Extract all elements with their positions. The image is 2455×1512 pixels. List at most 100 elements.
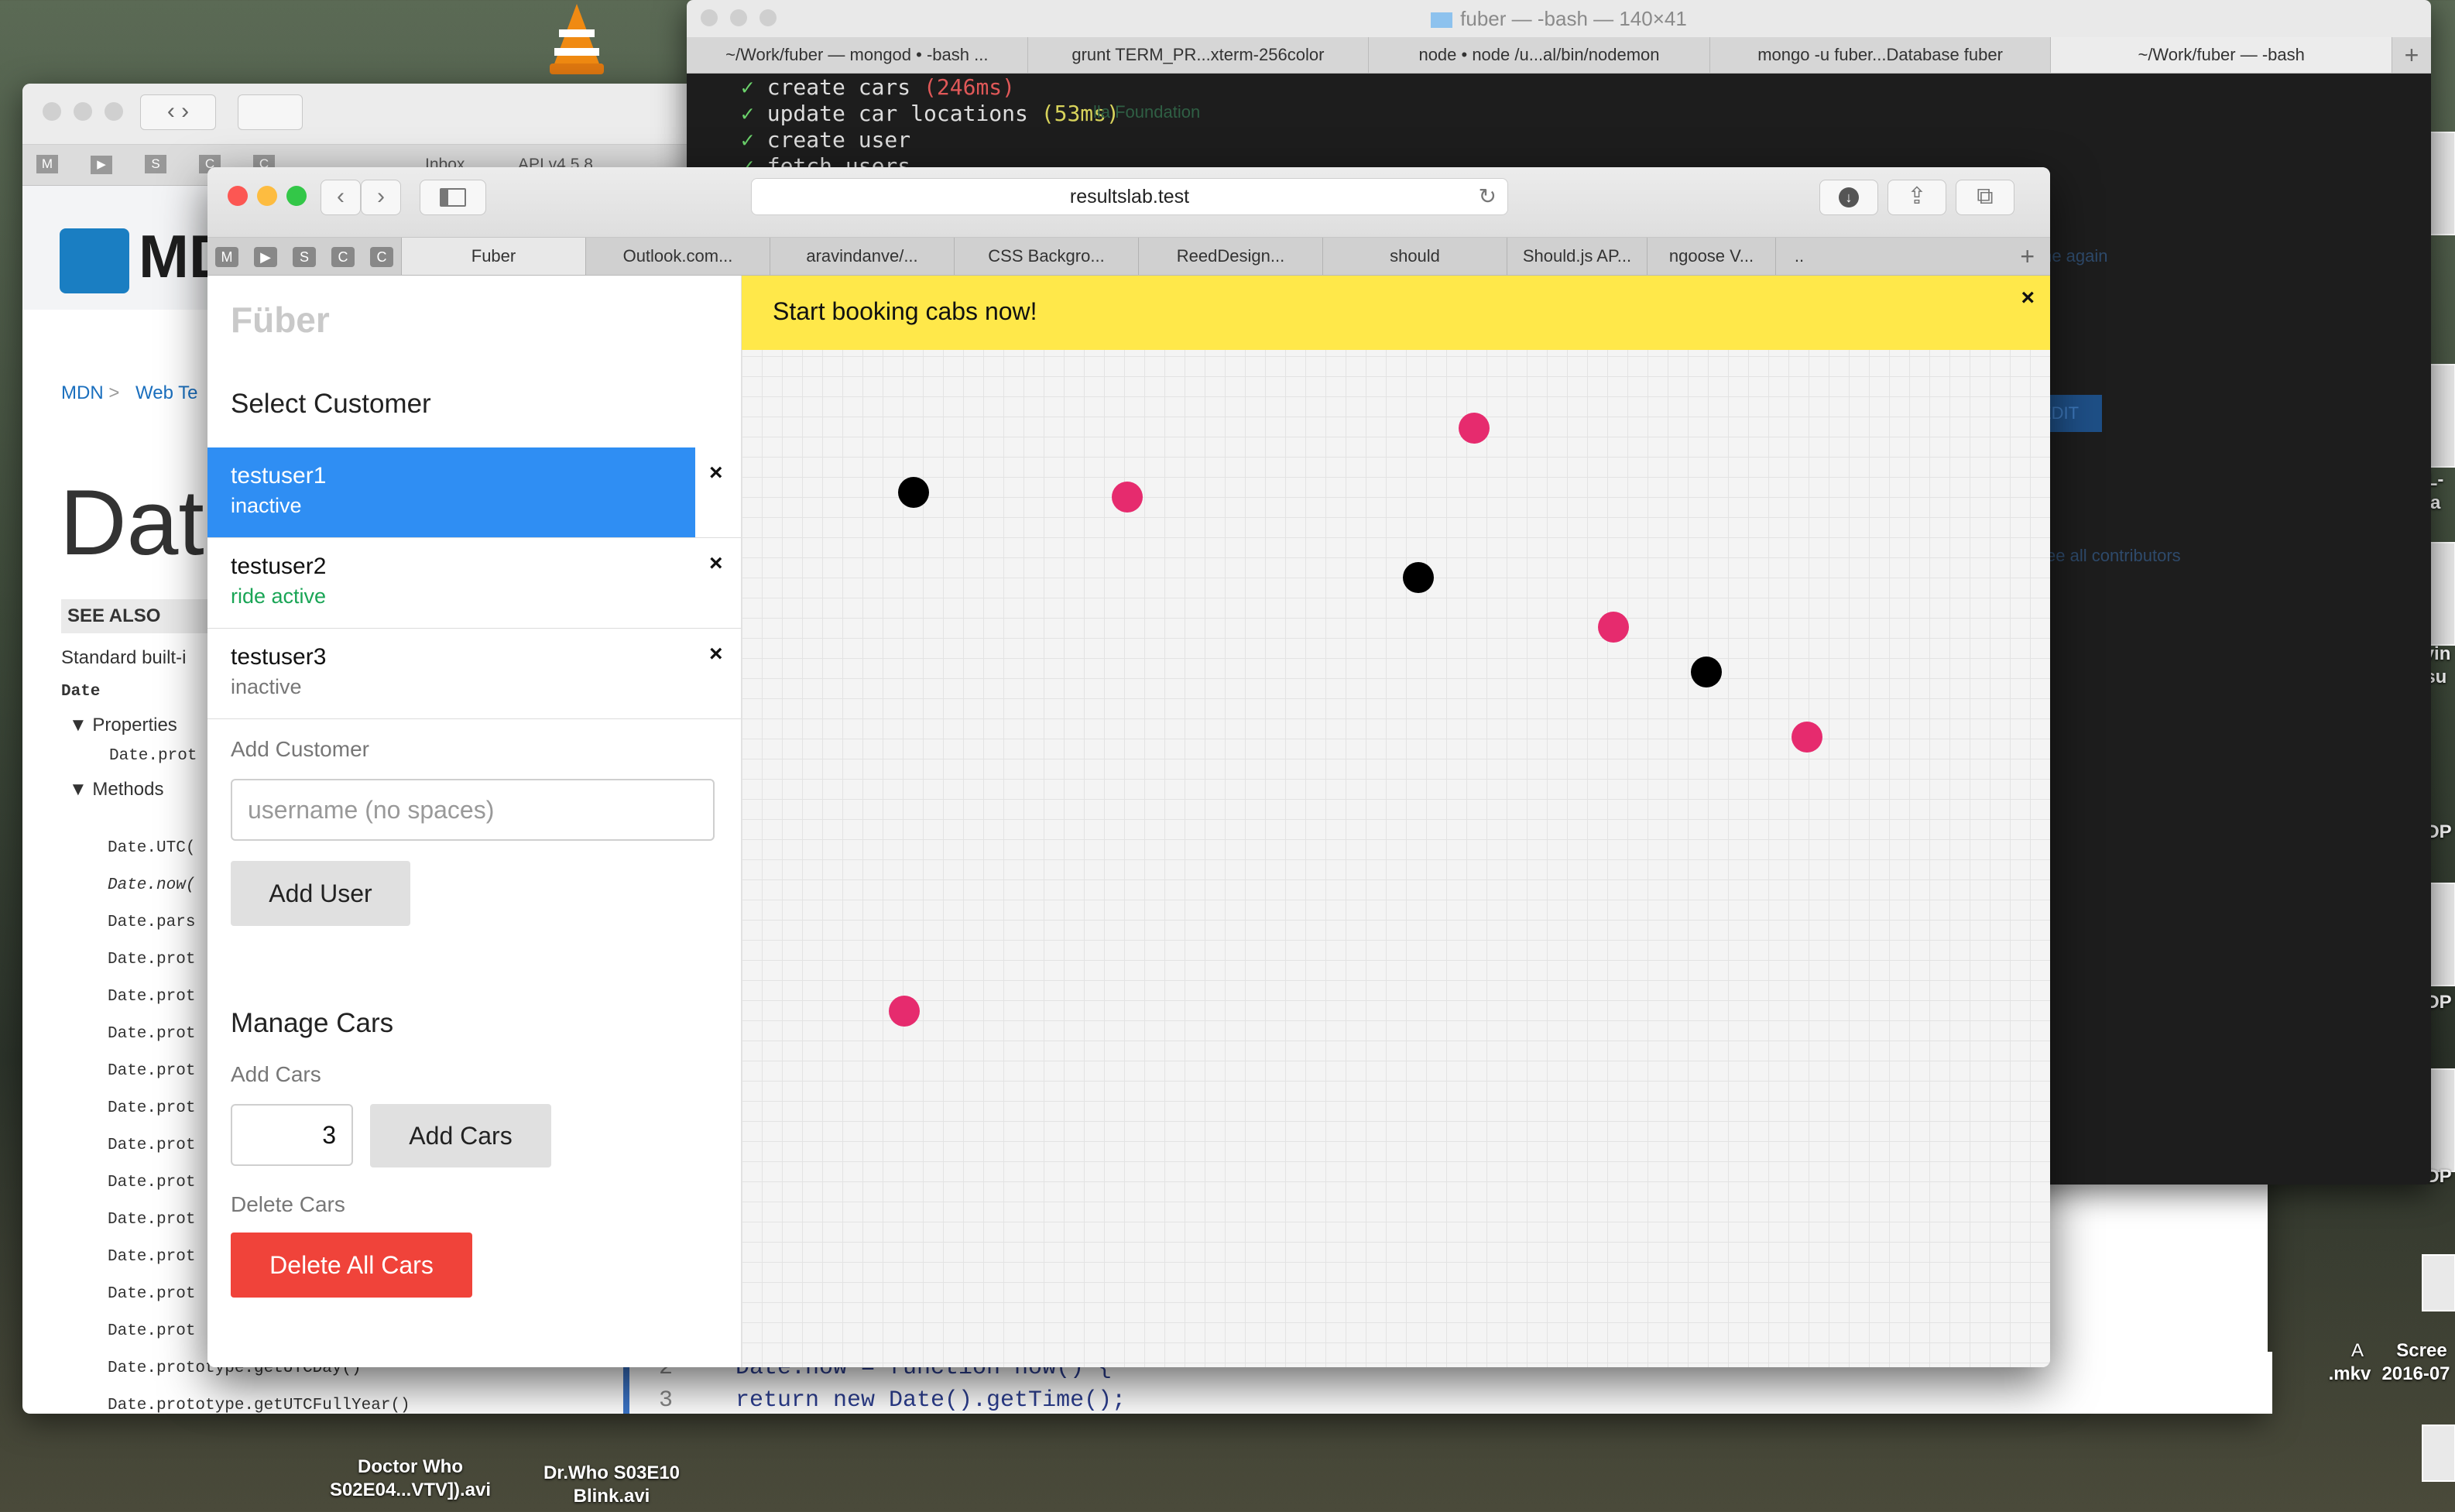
remove-customer-icon[interactable]: × (709, 641, 723, 667)
back-button[interactable]: ‹ (321, 180, 361, 215)
close-banner-icon[interactable]: × (2021, 285, 2035, 311)
tabs-icon: ⧉ (1977, 183, 1994, 209)
close-window-icon[interactable] (701, 9, 718, 26)
user-marker[interactable] (898, 477, 929, 508)
minimize-window-icon[interactable] (730, 9, 747, 26)
desktop-file-label: 2016-07 (2381, 1363, 2450, 1384)
terminal-tab[interactable]: node • node /u...al/bin/nodemon (1369, 37, 1710, 73)
zoom-window-icon[interactable] (286, 186, 307, 206)
cars-count-input[interactable]: 3 (231, 1104, 353, 1166)
see-also-panel: SEE ALSO Standard built-i Date ▼ Propert… (61, 599, 231, 801)
tab-outlook[interactable]: Outlook.com... (585, 238, 770, 275)
terminal-tab[interactable]: ~/Work/fuber — mongod • -bash ... (687, 37, 1028, 73)
share-icon: ⇪ (1907, 183, 1927, 209)
favorite-s-icon[interactable]: S (285, 238, 324, 275)
forward-button[interactable]: › (361, 180, 401, 215)
customer-name: testuser3 (231, 644, 327, 670)
downloads-button[interactable]: ↓ (1819, 180, 1878, 215)
see-also-heading: SEE ALSO (61, 599, 231, 633)
desktop-thumbnail[interactable] (2422, 1254, 2455, 1311)
remove-customer-icon[interactable]: × (709, 460, 723, 486)
fuber-browser-window[interactable]: ‹ › resultslab.test ↻ ↓ ⇪ ⧉ M ▶ S C C Fu… (207, 167, 2050, 1367)
add-cars-label: Add Cars (231, 1062, 321, 1086)
favorite-m-icon[interactable]: M (207, 238, 246, 275)
terminal-tab[interactable]: mongo -u fuber...Database fuber (1710, 37, 2052, 73)
customer-status: ride active (231, 585, 327, 608)
folder-icon (1431, 12, 1453, 29)
tab-github[interactable]: aravindanve/... (770, 238, 954, 275)
customer-item-testuser3[interactable]: testuser3 inactive × (207, 629, 741, 719)
terminal-tab[interactable]: grunt TERM_PR...xterm-256color (1028, 37, 1370, 73)
favorite-youtube-icon[interactable]: ▶ (246, 238, 285, 275)
favorite-c-icon[interactable]: C (362, 238, 401, 275)
notification-banner: Start booking cabs now! × (742, 276, 2050, 350)
back-forward-buttons[interactable]: ‹ › (140, 94, 216, 130)
minimize-window-icon[interactable] (257, 186, 277, 206)
tab-reeddesign[interactable]: ReedDesign... (1138, 238, 1322, 275)
tab-more[interactable]: .. (1775, 238, 1822, 275)
close-window-icon[interactable] (228, 186, 248, 206)
remove-customer-icon[interactable]: × (709, 550, 723, 577)
reload-icon[interactable]: ↻ (1479, 179, 1497, 214)
desktop-file-doctor-who[interactable]: Doctor Who S02E04...VTV]).avi (310, 1455, 511, 1502)
user-marker[interactable] (1691, 657, 1722, 687)
browser-tab-bar: M ▶ S C C Fuber Outlook.com... aravindan… (207, 238, 2050, 276)
add-cars-button[interactable]: Add Cars (370, 1104, 551, 1167)
sidebar-toggle-icon[interactable] (238, 94, 303, 130)
tab-fuber[interactable]: Fuber (401, 238, 585, 275)
add-customer-label: Add Customer (231, 737, 369, 761)
city-grid-map[interactable]: Start booking cabs now! × (742, 276, 2050, 1367)
check-icon: ✓ (741, 74, 767, 100)
customer-status: inactive (231, 675, 302, 698)
sidebar-toggle-button[interactable] (420, 180, 486, 215)
see-also-property-link[interactable]: Date.prot (61, 747, 231, 765)
chevron-right-icon: › (377, 183, 385, 209)
tab-mongoose[interactable]: ngoose V... (1647, 238, 1775, 275)
manage-cars-heading: Manage Cars (231, 1008, 394, 1038)
new-tab-plus-icon[interactable]: + (2392, 37, 2431, 73)
zoom-window-icon[interactable] (759, 9, 777, 26)
customer-status: inactive (231, 494, 302, 517)
breadcrumb-web[interactable]: Web Te (135, 382, 198, 403)
share-button[interactable]: ⇪ (1888, 180, 1946, 215)
car-marker[interactable] (1112, 482, 1143, 513)
see-also-item[interactable]: Date (61, 683, 231, 701)
tabs-overview-button[interactable]: ⧉ (1956, 180, 2014, 215)
tab-css-background[interactable]: CSS Backgro... (954, 238, 1138, 275)
terminal-tab-active[interactable]: ~/Work/fuber — -bash (2051, 37, 2392, 73)
car-marker[interactable] (1792, 722, 1822, 753)
desktop-file-blink[interactable]: Dr.Who S03E10 Blink.avi (526, 1462, 697, 1508)
ghost-text: see all contributors (2038, 546, 2181, 565)
customer-item-testuser2[interactable]: testuser2 ride active × (207, 538, 741, 629)
check-icon: ✓ (741, 101, 767, 126)
vlc-file-icon[interactable] (542, 0, 612, 77)
user-marker[interactable] (1403, 562, 1434, 593)
customer-name: testuser2 (231, 554, 327, 579)
terminal-output: ✓ create cars (246ms) ✓ update car locat… (741, 74, 1119, 179)
breadcrumb-mdn[interactable]: MDN (61, 382, 104, 403)
car-marker[interactable] (1459, 413, 1490, 444)
tab-shouldjs[interactable]: Should.js AP... (1507, 238, 1647, 275)
mdn-logo-icon[interactable] (60, 228, 129, 293)
address-bar[interactable]: resultslab.test ↻ (751, 178, 1508, 215)
add-user-button[interactable]: Add User (231, 861, 410, 926)
see-also-properties[interactable]: ▼ Properties (61, 715, 231, 736)
customer-item-testuser1[interactable]: testuser1 inactive × (207, 447, 741, 538)
terminal-tab-bar: ~/Work/fuber — mongod • -bash ... grunt … (687, 37, 2431, 74)
car-marker[interactable] (1598, 612, 1629, 643)
see-also-item[interactable]: Standard built-i (61, 647, 231, 669)
chevron-left-icon: ‹ (337, 183, 345, 209)
new-tab-plus-icon[interactable]: + (2020, 238, 2035, 275)
desktop-thumbnail[interactable] (2422, 1425, 2455, 1482)
triangle-down-icon: ▼ (69, 715, 93, 735)
car-marker[interactable] (889, 996, 920, 1027)
see-also-methods[interactable]: ▼ Methods (61, 779, 231, 801)
favorite-c-icon[interactable]: C (324, 238, 362, 275)
sidebar-icon (440, 188, 466, 207)
username-input[interactable]: username (no spaces) (231, 779, 715, 841)
method-link[interactable]: Date.prototype.getUTCFullYear() (108, 1387, 410, 1414)
tab-should[interactable]: should (1322, 238, 1507, 275)
delete-all-cars-button[interactable]: Delete All Cars (231, 1233, 472, 1298)
window-controls[interactable] (43, 102, 135, 125)
customer-name: testuser1 (231, 463, 327, 489)
